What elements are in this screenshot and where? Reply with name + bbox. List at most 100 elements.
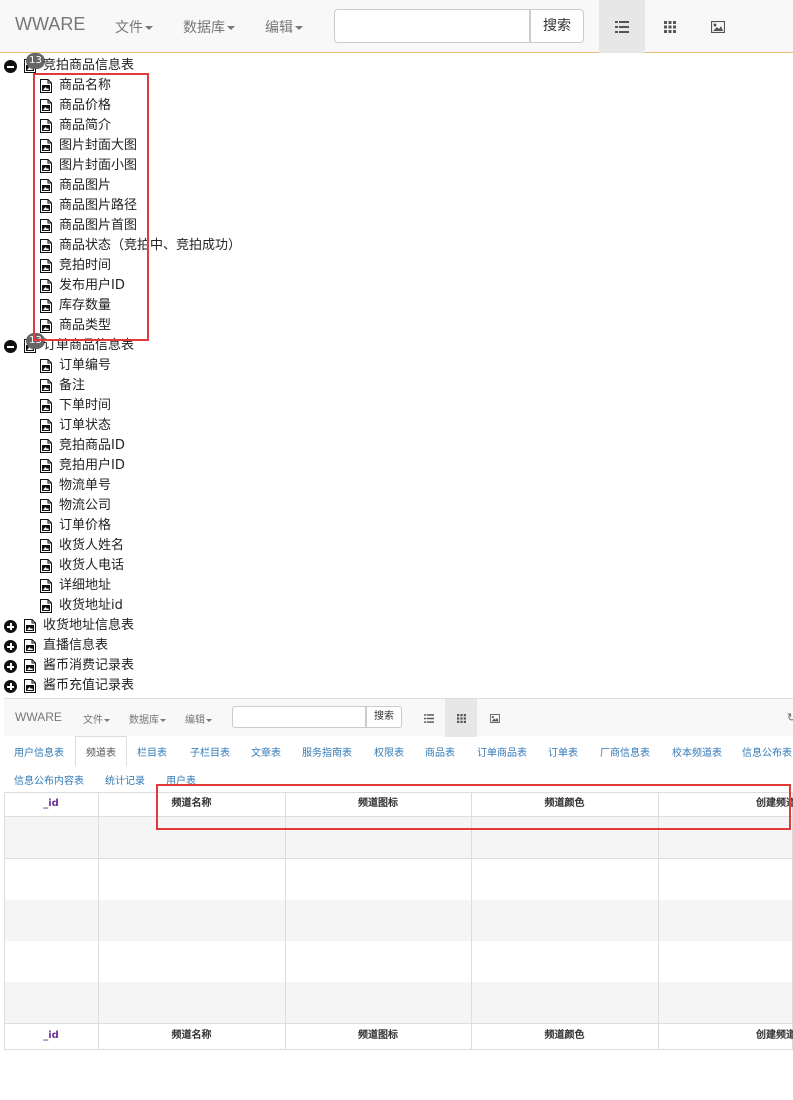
table-row[interactable]: [5, 982, 792, 1023]
tree-group-row[interactable]: 酱币消费记录表: [0, 656, 300, 676]
expand-icon[interactable]: [4, 620, 17, 633]
column-header-0[interactable]: _id: [4, 792, 98, 816]
table-file-icon: [24, 639, 36, 653]
tree-field-row[interactable]: 竞拍商品ID: [0, 436, 300, 456]
tree-group-row[interactable]: 收货地址信息表: [0, 616, 300, 636]
embedded-search-button[interactable]: 搜索: [366, 706, 402, 728]
tab-9[interactable]: 订单表: [548, 744, 578, 759]
tree-field-row[interactable]: 收货人电话: [0, 556, 300, 576]
tree-field-row[interactable]: 订单价格: [0, 516, 300, 536]
embedded-grid-view-button[interactable]: [445, 699, 477, 737]
tree-field-label: 备注: [59, 378, 86, 393]
tree-group-row[interactable]: 直播信息表: [0, 636, 300, 656]
tree-field-label: 物流单号: [59, 478, 112, 493]
grid-column-divider: [658, 792, 659, 1050]
collapse-icon[interactable]: [4, 340, 17, 353]
column-footer-3[interactable]: 频道颜色: [471, 1024, 658, 1048]
tree-field-label: 详细地址: [59, 578, 112, 593]
column-footer-4[interactable]: 创建频道: [756, 1024, 793, 1048]
tab-5[interactable]: 服务指南表: [302, 744, 352, 759]
tree-field-row[interactable]: 收货地址id: [0, 596, 300, 616]
tree-group-label: 酱币消费记录表: [43, 658, 135, 673]
grid-view-button[interactable]: [647, 0, 693, 53]
expand-icon[interactable]: [4, 680, 17, 693]
table-row[interactable]: [5, 941, 792, 982]
tab-10[interactable]: 厂商信息表: [600, 744, 650, 759]
collapse-icon[interactable]: [4, 60, 17, 73]
grid-column-divider: [471, 792, 472, 1050]
chevron-down-icon: [206, 718, 212, 722]
table-file-icon: [24, 659, 36, 673]
tree-field-row[interactable]: 备注: [0, 376, 300, 396]
column-footer-1[interactable]: 频道名称: [98, 1024, 285, 1048]
tree-field-row[interactable]: 订单编号: [0, 356, 300, 376]
embedded-menu-file[interactable]: 文件: [83, 711, 110, 726]
refresh-icon[interactable]: ↻: [787, 711, 793, 724]
tree-field-label: 竞拍用户ID: [59, 458, 125, 473]
embedded-image-view-button[interactable]: [479, 699, 511, 737]
highlight-box: [156, 784, 791, 830]
list-view-icon: [424, 713, 434, 723]
field-file-icon: [40, 599, 52, 613]
menu-edit[interactable]: 编辑: [265, 17, 303, 37]
tree-field-row[interactable]: 竞拍用户ID: [0, 456, 300, 476]
tab-4[interactable]: 文章表: [251, 744, 281, 759]
brand-logo[interactable]: WWARE: [15, 14, 85, 35]
grid-column-divider: [98, 792, 99, 1050]
embedded-brand[interactable]: WWARE: [15, 710, 62, 724]
tab-12[interactable]: 信息公布表: [742, 744, 792, 759]
expand-icon[interactable]: [4, 640, 17, 653]
field-file-icon: [40, 519, 52, 533]
tree-group-label: 收货地址信息表: [43, 618, 135, 633]
column-footer-2[interactable]: 频道图标: [285, 1024, 471, 1048]
field-file-icon: [40, 359, 52, 373]
table-row[interactable]: [5, 859, 792, 900]
tree-field-row[interactable]: 物流单号: [0, 476, 300, 496]
grid-column-divider: [285, 792, 286, 1050]
tree-field-label: 收货人电话: [59, 558, 125, 573]
tree-field-row[interactable]: 订单状态: [0, 416, 300, 436]
tab-7[interactable]: 商品表: [425, 744, 455, 759]
tree-field-row[interactable]: 详细地址: [0, 576, 300, 596]
menu-file[interactable]: 文件: [115, 17, 153, 37]
menu-database[interactable]: 数据库: [183, 17, 235, 37]
grid-view-icon: [664, 20, 676, 33]
tree-field-label: 收货地址id: [59, 598, 123, 613]
tree-field-label: 竞拍商品ID: [59, 438, 125, 453]
tab-1[interactable]: 频道表: [75, 736, 127, 766]
tab-11[interactable]: 校本频道表: [672, 744, 722, 759]
image-view-button[interactable]: [695, 0, 741, 53]
tree-field-row[interactable]: 收货人姓名: [0, 536, 300, 556]
expand-icon[interactable]: [4, 660, 17, 673]
top-navbar: WWARE 文件 数据库 编辑 搜索: [0, 0, 793, 53]
tab-8[interactable]: 订单商品表: [477, 744, 527, 759]
field-file-icon: [40, 479, 52, 493]
tab-0[interactable]: 用户信息表: [14, 744, 64, 759]
image-view-icon: [490, 713, 500, 723]
search-input[interactable]: [334, 9, 530, 43]
field-file-icon: [40, 539, 52, 553]
tab-2[interactable]: 栏目表: [137, 744, 167, 759]
grid-view-icon: [456, 713, 466, 723]
field-file-icon: [40, 439, 52, 453]
tab-6[interactable]: 权限表: [374, 744, 404, 759]
tab-3[interactable]: 子栏目表: [190, 744, 230, 759]
chevron-down-icon: [227, 26, 235, 30]
tab-13[interactable]: 信息公布内容表: [14, 772, 84, 787]
field-file-icon: [40, 379, 52, 393]
table-file-icon: [24, 679, 36, 693]
tree-field-row[interactable]: 物流公司: [0, 496, 300, 516]
list-view-button[interactable]: [599, 0, 645, 53]
embedded-list-view-button[interactable]: [413, 699, 445, 737]
search-button[interactable]: 搜索: [530, 9, 584, 43]
embedded-menu-edit[interactable]: 编辑: [185, 711, 212, 726]
field-file-icon: [40, 399, 52, 413]
column-footer-0[interactable]: _id: [4, 1024, 98, 1048]
embedded-menu-database[interactable]: 数据库: [129, 711, 166, 726]
embedded-search-input[interactable]: [232, 706, 366, 728]
tab-14[interactable]: 统计记录: [105, 772, 145, 787]
table-row[interactable]: [5, 900, 792, 941]
tree-group-row[interactable]: 酱币充值记录表: [0, 676, 300, 696]
tree-field-row[interactable]: 下单时间: [0, 396, 300, 416]
field-file-icon: [40, 419, 52, 433]
